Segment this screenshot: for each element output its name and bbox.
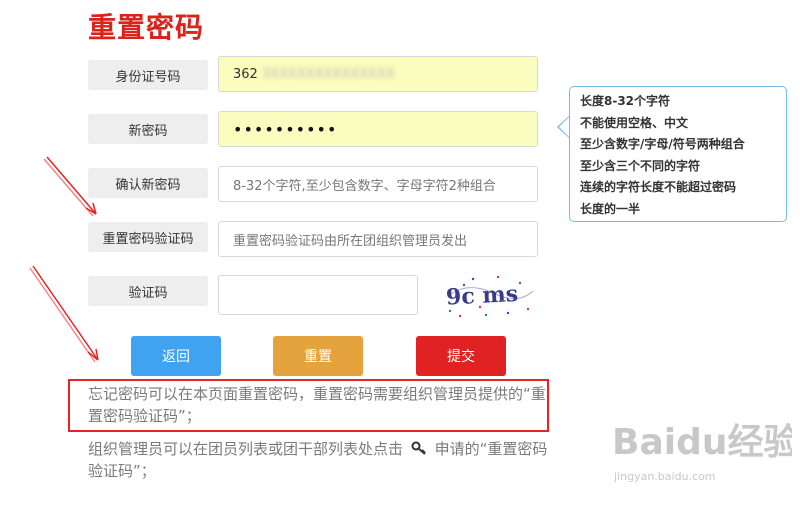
annotation-arrow [29,265,99,363]
watermark-brand: Baidu经验 [612,422,792,463]
annotation-arrow [43,156,97,217]
baidu-jingyan-watermark: Baidu经验 jingyan.baidu.com [612,422,792,483]
watermark-url: jingyan.baidu.com [613,470,716,483]
